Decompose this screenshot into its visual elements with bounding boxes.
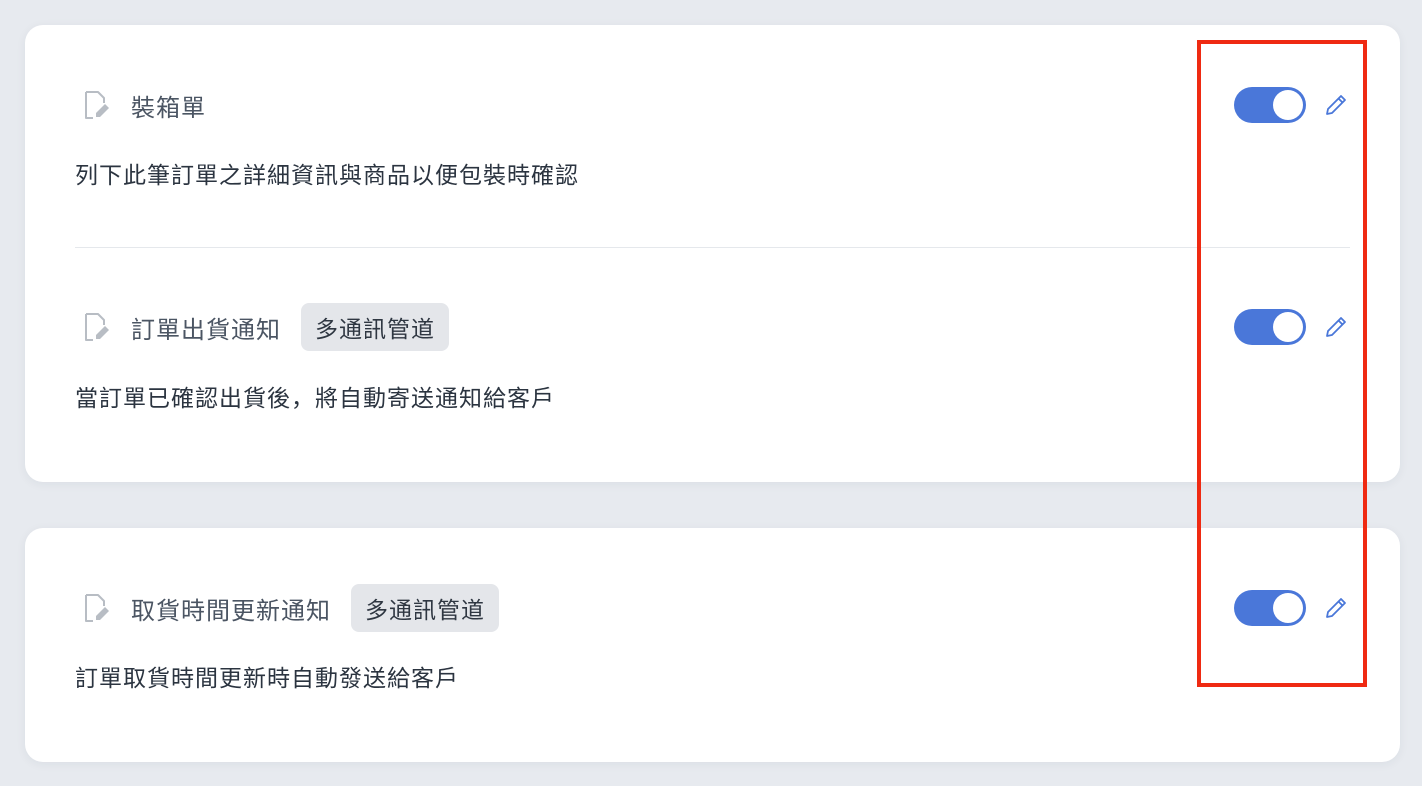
enable-toggle[interactable]	[1234, 87, 1306, 123]
enable-toggle[interactable]	[1234, 590, 1306, 626]
channel-tag: 多通訊管道	[301, 303, 449, 351]
item-title: 取貨時間更新通知	[131, 596, 331, 625]
item-controls	[1234, 302, 1350, 352]
item-description: 訂單取貨時間更新時自動發送給客戶	[75, 666, 459, 692]
item-description: 列下此筆訂單之詳細資訊與商品以便包裝時確認	[75, 163, 579, 189]
notification-card: 裝箱單 列下此筆訂單之詳細資訊與商品以便包裝時確認 訂單出貨通知 多通訊管道 當…	[25, 25, 1400, 482]
notification-card: 取貨時間更新通知 多通訊管道 訂單取貨時間更新時自動發送給客戶	[25, 528, 1400, 762]
enable-toggle[interactable]	[1234, 309, 1306, 345]
item-title: 訂單出貨通知	[131, 315, 281, 344]
list-item-packing-slip: 裝箱單 列下此筆訂單之詳細資訊與商品以便包裝時確認	[75, 25, 1350, 248]
toggle-knob	[1273, 90, 1303, 120]
pencil-icon[interactable]	[1322, 313, 1350, 341]
item-controls	[1234, 80, 1350, 130]
list-item-shipping-notice: 訂單出貨通知 多通訊管道 當訂單已確認出貨後，將自動寄送通知給客戶	[75, 248, 1350, 482]
item-title-line: 訂單出貨通知 多通訊管道	[75, 302, 449, 352]
document-edit-icon	[79, 591, 113, 625]
toggle-knob	[1273, 593, 1303, 623]
pencil-icon[interactable]	[1322, 594, 1350, 622]
item-title-line: 裝箱單	[75, 80, 206, 130]
item-description: 當訂單已確認出貨後，將自動寄送通知給客戶	[75, 386, 555, 412]
item-title: 裝箱單	[131, 93, 206, 122]
channel-tag: 多通訊管道	[351, 584, 499, 632]
document-edit-icon	[79, 310, 113, 344]
item-controls	[1234, 583, 1350, 633]
pencil-icon[interactable]	[1322, 91, 1350, 119]
toggle-knob	[1273, 312, 1303, 342]
document-edit-icon	[79, 88, 113, 122]
item-title-line: 取貨時間更新通知 多通訊管道	[75, 583, 499, 633]
list-item-pickup-time-notice: 取貨時間更新通知 多通訊管道 訂單取貨時間更新時自動發送給客戶	[75, 528, 1350, 762]
